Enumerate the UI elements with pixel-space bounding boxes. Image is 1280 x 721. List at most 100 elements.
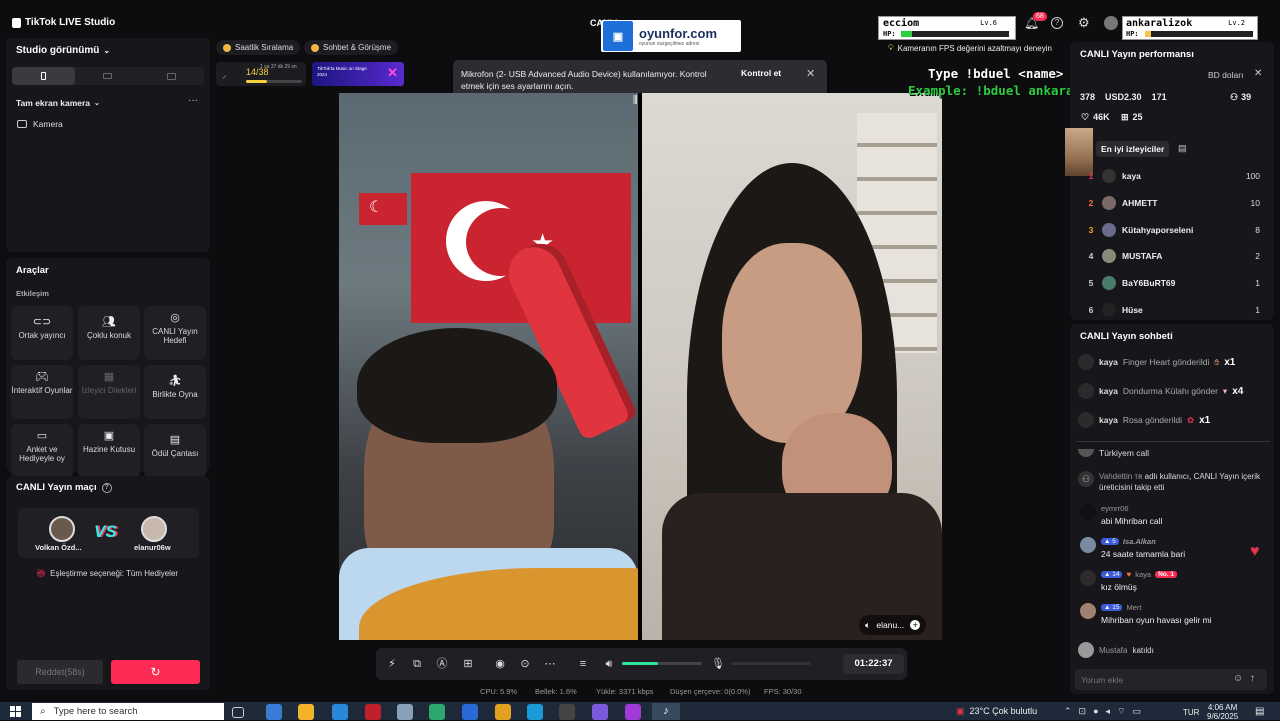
weather-widget[interactable]: ▣ 23°C Çok bulutlu: [956, 706, 1037, 717]
goal-progress-card[interactable]: ⸝ 14/38 1 sa 37 dk 29 sn: [216, 62, 306, 86]
match-player2-name: elanur06w: [134, 543, 171, 552]
screen-share-icon[interactable]: ⧉: [408, 655, 426, 673]
top-viewer-row[interactable]: 4 MUSTAFA 2: [1080, 246, 1260, 266]
taskbar-app-icon[interactable]: [559, 704, 575, 720]
effects-wand-icon[interactable]: ⚡︎: [383, 655, 401, 673]
add-media-icon[interactable]: ⊞: [459, 655, 477, 673]
finger-heart-icon: ✋︎: [1214, 356, 1220, 367]
player-left-level: Lv.6: [980, 19, 997, 27]
tool-interactive-games[interactable]: 🎮︎ İnteraktif Oyunlar: [11, 365, 73, 419]
layout-grip-icon[interactable]: ⫼: [633, 95, 638, 106]
volume-slider[interactable]: [622, 662, 702, 665]
more-options-icon[interactable]: ···: [188, 95, 198, 106]
taskbar-app-icon[interactable]: [462, 704, 478, 720]
gift-message[interactable]: kaya Dondurma Külahı gönder ▾ x4: [1078, 383, 1268, 399]
task-view-icon[interactable]: [232, 707, 244, 718]
more-icon[interactable]: ⋯: [541, 655, 559, 673]
player-left-name: ecciom: [883, 18, 920, 29]
microphone-icon[interactable]: 🎙︎: [709, 655, 727, 673]
taskbar-search[interactable]: ⌕ Type here to search: [32, 703, 224, 720]
tool-multi-guest[interactable]: 👥︎ Çoklu konuk: [78, 306, 140, 360]
chat-user: Isa.Alkan: [1122, 537, 1156, 546]
tiktok-taskbar-icon[interactable]: ♪: [652, 703, 680, 720]
taskbar-app-icon[interactable]: [397, 704, 413, 720]
windows-start-icon[interactable]: [10, 706, 22, 717]
tool-viewer-wishes[interactable]: ▦ İzleyici Dilekleri: [78, 365, 140, 419]
mic-level-slider[interactable]: [731, 662, 811, 665]
camera-toggle-icon[interactable]: ⊙: [516, 655, 534, 673]
chat-message[interactable]: ▲ 15 Mert Mihriban oyun havası gelir mi: [1078, 603, 1268, 625]
help-icon[interactable]: ?: [101, 482, 112, 493]
send-icon[interactable]: ↑: [1250, 673, 1255, 684]
record-icon[interactable]: ◉: [491, 655, 509, 673]
input-language[interactable]: TUR: [1183, 708, 1199, 717]
system-tray[interactable]: ⌃ ⊡ ● ◂ ⌔ ▭: [1064, 706, 1141, 717]
guest-label[interactable]: 🔈︎ elanu... +: [859, 615, 927, 635]
tool-treasure-box[interactable]: ▣ Hazine Kutusu: [78, 424, 140, 478]
join-notice[interactable]: Mustafa katıldı: [1078, 642, 1268, 658]
close-icon[interactable]: ✕: [806, 67, 815, 80]
top-viewers-tab[interactable]: En iyi izleyiciler: [1096, 141, 1170, 157]
chat-message[interactable]: ▲ 5 Isa.Alkan 24 saate tamamla bari: [1078, 537, 1268, 559]
reject-button[interactable]: Reddet(58s): [17, 660, 103, 684]
source-section-dropdown[interactable]: Tam ekran kamera ⌄: [16, 98, 100, 108]
accept-button[interactable]: ↻: [111, 660, 200, 684]
top-viewer-row[interactable]: 2 AHMETT 10: [1080, 193, 1260, 213]
adjust-sliders-icon[interactable]: ≡: [574, 655, 592, 673]
follow-notice[interactable]: ⚇ Vahdettin ᴛʀ adlı kullanıcı, CANLI Yay…: [1078, 471, 1268, 493]
clock[interactable]: 4:06 AM 9/6/2025: [1207, 703, 1238, 721]
close-icon[interactable]: ✕: [1254, 68, 1262, 79]
taskbar-app-icon[interactable]: [365, 704, 381, 720]
top-viewer-row[interactable]: 1 kaya 100: [1080, 166, 1260, 186]
emoji-icon[interactable]: ☺: [1233, 673, 1243, 684]
notifications-icon[interactable]: ▤: [1255, 706, 1264, 717]
fps-stat: FPS: 30/30: [764, 687, 802, 696]
taskbar-app-icon[interactable]: [332, 704, 348, 720]
gift-icon: 🎁︎: [36, 569, 47, 578]
user-avatar: [1078, 449, 1094, 457]
volume-icon[interactable]: 🔊︎: [600, 655, 618, 673]
add-icon[interactable]: +: [910, 620, 921, 630]
taskbar-app-icon[interactable]: [592, 704, 608, 720]
camera-source-item[interactable]: Kamera: [17, 119, 63, 129]
toast-action-button[interactable]: Kontrol et: [741, 68, 781, 78]
chat-user: kaya: [1135, 570, 1152, 579]
taskbar-app-icon[interactable]: [266, 704, 282, 720]
tool-play-together[interactable]: ⛹︎ Birlikte Oyna: [144, 365, 206, 419]
tool-poll[interactable]: ▭ Anket ve Hediyeyle oy: [11, 424, 73, 478]
tool-reward-bag[interactable]: ▤ Ödül Çantası: [144, 424, 206, 478]
settings-gear-icon[interactable]: ⚙: [1078, 15, 1090, 31]
chat-message[interactable]: ▲ 14 ♥ kaya No. 1 kız ölmüş: [1078, 570, 1268, 592]
ai-enhance-icon[interactable]: Ⓐ: [433, 655, 451, 673]
multi-layout-button[interactable]: [140, 67, 203, 85]
profile-avatar[interactable]: [1104, 16, 1118, 30]
promo-banner[interactable]: TikTok'ta Music on Stage 2024 ✕: [312, 62, 404, 86]
taskbar-app-icon[interactable]: [625, 704, 641, 720]
chat-message-text: katıldı: [1132, 645, 1154, 655]
top-viewer-row[interactable]: 6 Hüse 1: [1080, 300, 1260, 320]
help-icon[interactable]: ?: [1051, 17, 1063, 29]
studio-view-dropdown[interactable]: Studio görünümü ⌄: [16, 45, 110, 56]
chat-message[interactable]: eymrr06 abi Mihriban call: [1078, 504, 1268, 526]
landscape-layout-button[interactable]: [76, 67, 139, 85]
portrait-layout-button[interactable]: [12, 67, 75, 85]
comment-input[interactable]: [1081, 672, 1231, 687]
taskbar-app-icon[interactable]: [495, 704, 511, 720]
sponsor-banner: ▣ oyunfor.com oyunun vazgeçilmez adresi: [601, 20, 741, 52]
taskbar-app-icon[interactable]: [429, 704, 445, 720]
top-viewer-row[interactable]: 3 Kütahyaporseleni 8: [1080, 220, 1260, 240]
small-flag: ☾: [359, 193, 407, 225]
chat-call-chip[interactable]: Sohbet & Görüşme: [304, 40, 399, 55]
tool-live-goal[interactable]: ◎ CANLI Yayın Hedefi: [144, 306, 206, 360]
gift-message[interactable]: kaya Finger Heart gönderildi ✋︎ x1: [1078, 354, 1268, 370]
taskbar-app-icon[interactable]: [298, 704, 314, 720]
chat-message[interactable]: Türkiyem call: [1078, 448, 1268, 458]
chevron-up-icon: ⌃: [1064, 706, 1072, 716]
list-view-icon[interactable]: ▤: [1178, 143, 1187, 154]
taskbar-app-icon[interactable]: [527, 704, 543, 720]
gift-message[interactable]: kaya Rosa gönderildi ✿ x1: [1078, 412, 1268, 428]
top-viewer-row[interactable]: 5 BaY6BuRT69 1: [1080, 273, 1260, 293]
hourly-ranking-chip[interactable]: Saatlik Sıralama: [216, 40, 301, 55]
mute-icon[interactable]: 🔈︎: [865, 620, 870, 631]
tool-co-host[interactable]: ⊂⊃ Ortak yayıncı: [11, 306, 73, 360]
